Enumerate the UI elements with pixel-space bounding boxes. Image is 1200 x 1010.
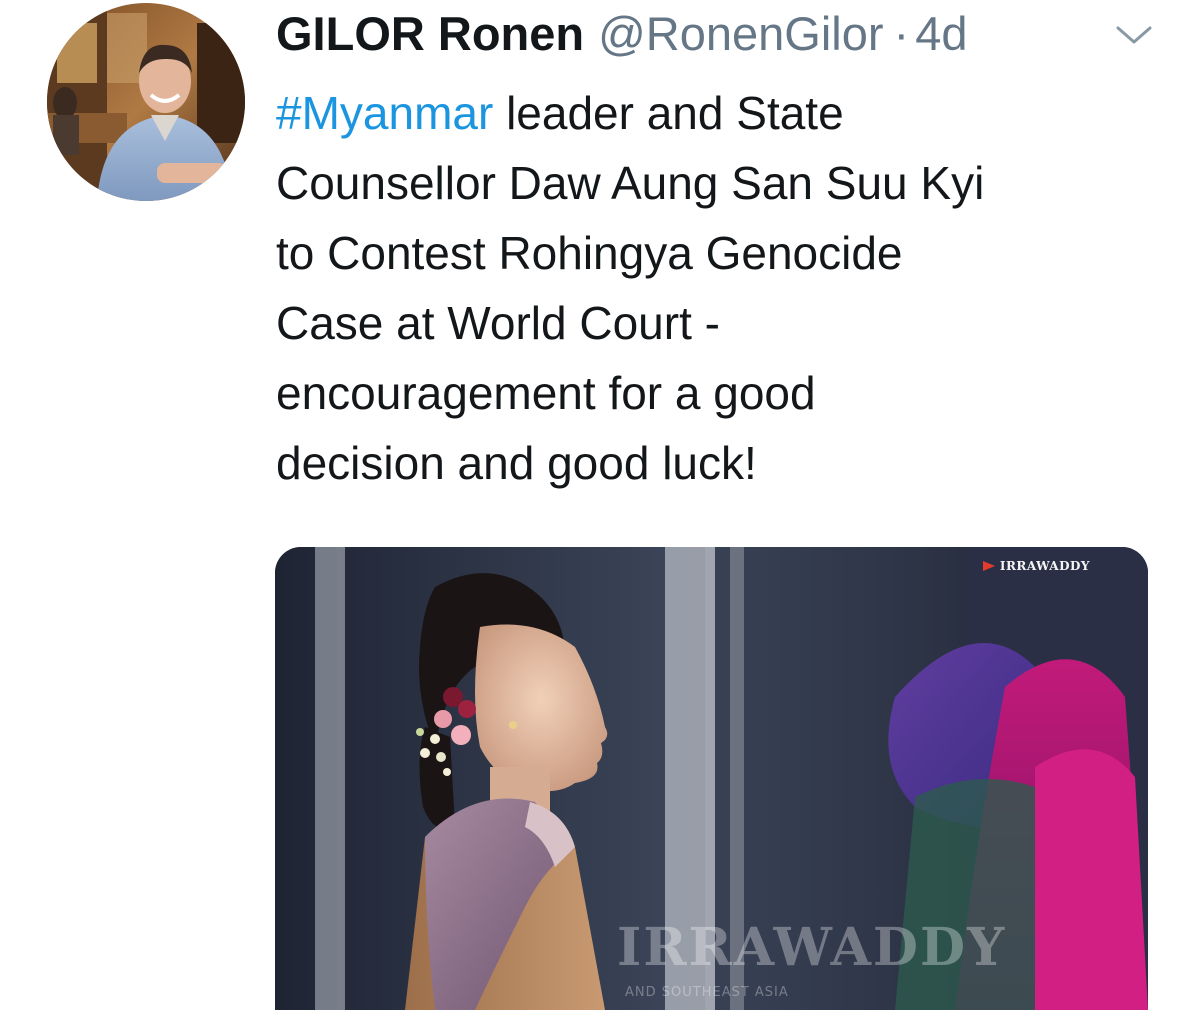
tweet-text-line: Case at World Court - — [276, 297, 720, 349]
tweet-text: #Myanmar leader and State Counsellor Daw… — [276, 78, 1176, 498]
chevron-down-icon[interactable] — [1112, 20, 1156, 50]
tweet-text-line: #Myanmar leader and State — [276, 78, 1176, 148]
tweet-text-segment: leader and State — [493, 87, 844, 139]
tweet-text-line: Counsellor Daw Aung San Suu Kyi — [276, 157, 985, 209]
tweet-card[interactable]: GILOR Ronen @RonenGilor · 4d #Myanmar le… — [0, 0, 1200, 1010]
tweet-header: GILOR Ronen @RonenGilor · 4d — [276, 4, 967, 64]
source-logo-text: IRRAWADDY — [999, 559, 1090, 573]
tweet-text-line: encouragement for a good — [276, 367, 816, 419]
user-handle[interactable]: @RonenGilor — [598, 4, 883, 64]
tweet-text-line: to Contest Rohingya Genocide — [276, 227, 903, 279]
source-logo: IRRAWADDY — [982, 559, 1090, 573]
avatar-photo-icon — [47, 3, 245, 201]
separator-dot: · — [893, 7, 910, 60]
image-watermark: IRRAWADDY — [617, 917, 1007, 978]
tweet-media-image[interactable]: IRRAWADDY IRRAWADDY AND SOUTHEAST ASIA — [275, 547, 1148, 1010]
display-name[interactable]: GILOR Ronen — [276, 4, 584, 64]
logo-mark-icon — [982, 561, 995, 571]
user-avatar[interactable] — [47, 3, 245, 201]
tweet-timestamp[interactable]: 4d — [915, 4, 967, 64]
tweet-text-line: decision and good luck! — [276, 437, 757, 489]
image-watermark-subtitle: AND SOUTHEAST ASIA — [625, 985, 789, 1000]
hashtag-link[interactable]: #Myanmar — [276, 87, 493, 139]
